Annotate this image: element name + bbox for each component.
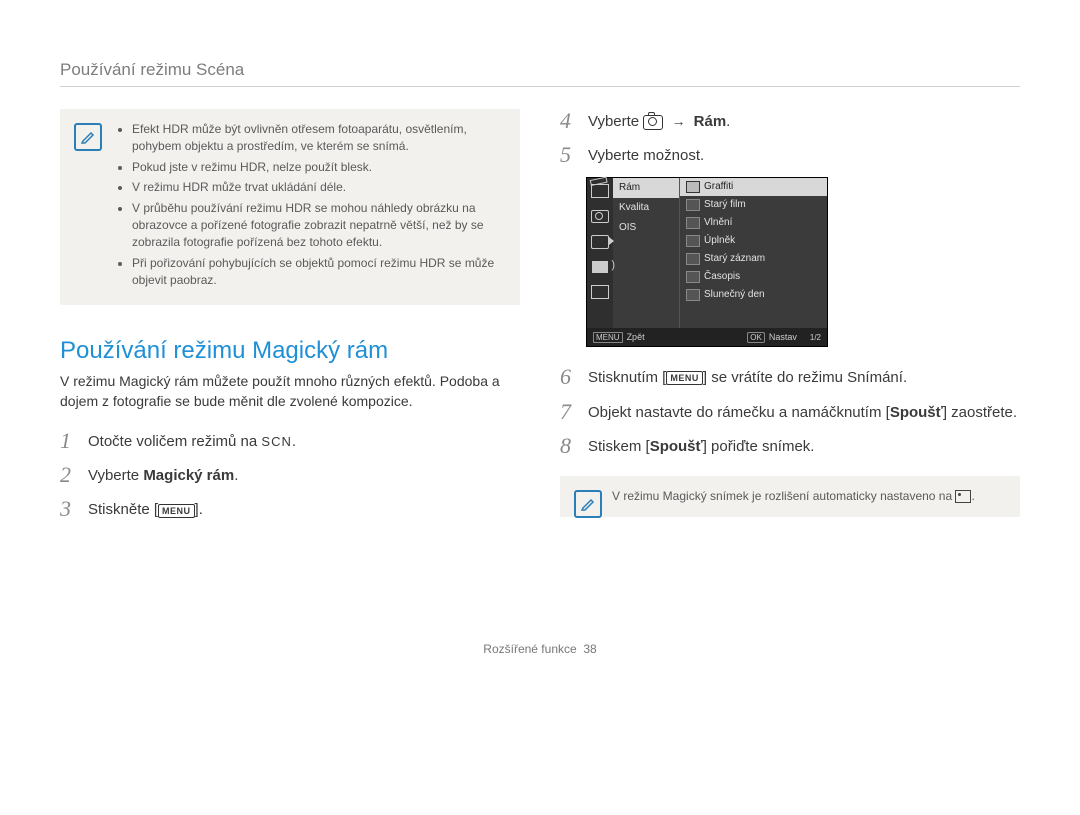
hdr-notes-list: Efekt HDR může být ovlivněn otřesem foto… <box>116 121 504 290</box>
lcd-option[interactable]: Časopis <box>680 268 827 286</box>
step-number: 5 <box>560 143 588 167</box>
thumb-icon <box>686 253 700 265</box>
lcd-footer: MENU Zpět OK Nastav 1/2 <box>587 328 827 346</box>
lcd-option[interactable]: Slunečný den <box>680 286 827 304</box>
thumb-icon <box>686 217 700 229</box>
lcd-option[interactable]: Vlnění <box>680 214 827 232</box>
step-7: 7 Objekt nastavte do rámečku a namáčknut… <box>560 400 1020 424</box>
ok-icon: OK <box>747 332 765 343</box>
step-bold: Rám <box>694 113 727 130</box>
step-number: 3 <box>60 497 88 521</box>
step-text: Stiskem [ <box>588 438 650 455</box>
lcd-option[interactable]: Úplněk <box>680 232 827 250</box>
step-1: 1 Otočte voličem režimů na SCN. <box>60 429 520 453</box>
step-bold: Magický rám <box>143 467 234 484</box>
menu-icon: MENU <box>593 332 623 343</box>
step-4: 4 Vyberte → Rám. <box>560 109 1020 133</box>
step-3: 3 Stiskněte [MENU]. <box>60 497 520 521</box>
step-text: Otočte voličem režimů na <box>88 433 261 450</box>
step-text: Stiskněte [ <box>88 501 158 518</box>
video-icon <box>591 235 609 249</box>
step-number: 1 <box>60 429 88 453</box>
step-number: 7 <box>560 400 588 424</box>
lcd-page: 1/2 <box>810 333 821 342</box>
clapper-icon <box>591 184 609 198</box>
step-number: 2 <box>60 463 88 487</box>
step-text: Vyberte možnost. <box>588 143 704 167</box>
thumb-icon <box>686 235 700 247</box>
arrow-icon: → <box>671 111 685 131</box>
lcd-option[interactable]: Graffiti <box>680 178 827 196</box>
camera-icon <box>591 210 609 223</box>
lcd-item-ois[interactable]: OIS <box>613 218 679 238</box>
note-icon <box>74 123 102 151</box>
step-text: Vyberte <box>88 467 143 484</box>
lcd-option[interactable]: Starý film <box>680 196 827 214</box>
hdr-notes-box: Efekt HDR může být ovlivněn otřesem foto… <box>60 109 520 305</box>
section-body: V režimu Magický rám můžete použít mnoho… <box>60 371 520 412</box>
lcd-item-kvalita[interactable]: Kvalita <box>613 198 679 218</box>
speaker-icon <box>592 261 608 273</box>
note-item: V průběhu používání režimu HDR se mohou … <box>132 200 504 252</box>
menu-button-icon: MENU <box>666 371 703 385</box>
step-bold: Spoušť <box>890 404 943 421</box>
note-item: Pokud jste v režimu HDR, nelze použít bl… <box>132 159 504 176</box>
step-text: Stisknutím [ <box>588 369 666 386</box>
note-icon <box>574 490 602 518</box>
step-text: Vyberte <box>588 113 643 130</box>
step-5: 5 Vyberte možnost. <box>560 143 1020 167</box>
thumb-icon <box>686 181 700 193</box>
resolution-note-box: V režimu Magický snímek je rozlišení aut… <box>560 476 1020 517</box>
thumb-icon <box>686 289 700 301</box>
step-6: 6 Stisknutím [MENU] se vrátíte do režimu… <box>560 365 1020 389</box>
step-number: 4 <box>560 109 588 133</box>
lcd-item-ram[interactable]: Rám <box>613 178 679 198</box>
camera-icon <box>643 115 663 130</box>
step-number: 8 <box>560 434 588 458</box>
lcd-sidebar <box>587 178 613 328</box>
step-8: 8 Stiskem [Spoušť] pořiďte snímek. <box>560 434 1020 458</box>
lcd-option[interactable]: Starý záznam <box>680 250 827 268</box>
page-footer: Rozšířené funkce 38 <box>60 642 1020 656</box>
section-title: Používání režimu Magický rám <box>60 337 520 365</box>
step-bold: Spoušť <box>650 438 703 455</box>
thumb-icon <box>686 271 700 283</box>
note-item: Efekt HDR může být ovlivněn otřesem foto… <box>132 121 504 156</box>
note-item: V režimu HDR může trvat ukládání déle. <box>132 179 504 196</box>
tool-icon <box>591 285 609 299</box>
note-item: Při pořizování pohybujících se objektů p… <box>132 255 504 290</box>
lcd-menu-right: Graffiti Starý film Vlnění Úplněk Starý … <box>680 178 827 328</box>
step-text: Objekt nastavte do rámečku a namáčknutím… <box>588 404 890 421</box>
menu-button-icon: MENU <box>158 504 195 518</box>
step-number: 6 <box>560 365 588 389</box>
step-2: 2 Vyberte Magický rám. <box>60 463 520 487</box>
note-text: V režimu Magický snímek je rozlišení aut… <box>612 489 955 503</box>
camera-lcd-screenshot: Rám Kvalita OIS Graffiti Starý film Vlně… <box>586 177 828 347</box>
image-size-icon <box>955 490 971 503</box>
lcd-menu-left: Rám Kvalita OIS <box>613 178 680 328</box>
thumb-icon <box>686 199 700 211</box>
scn-icon: SCN <box>261 434 291 449</box>
page-header: Používání režimu Scéna <box>60 60 1020 87</box>
